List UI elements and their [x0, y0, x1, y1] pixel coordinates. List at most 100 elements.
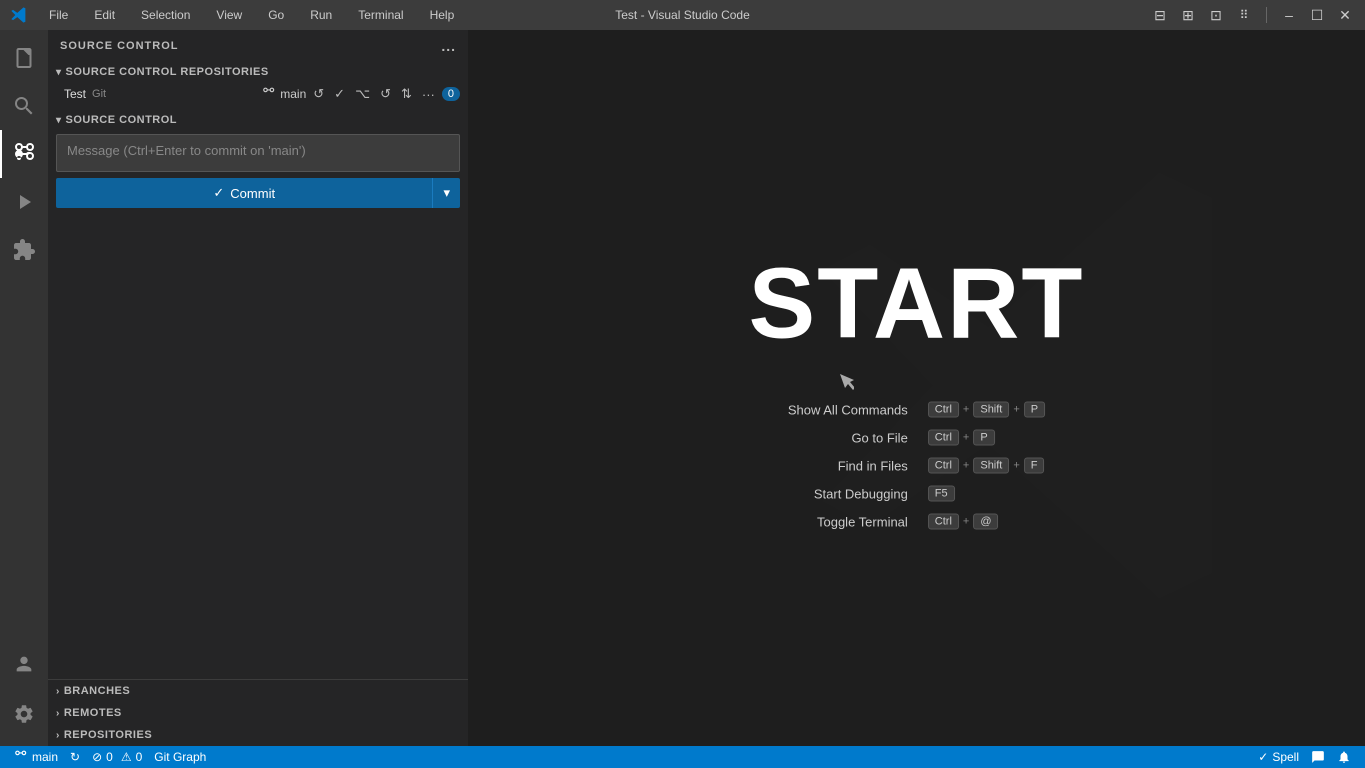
- main-area: SOURCE CONTROL ... ▾ SOURCE CONTROL REPO…: [0, 30, 1365, 746]
- layout-icon[interactable]: ⊟: [1150, 5, 1170, 25]
- sidebar-header: SOURCE CONTROL ...: [48, 30, 468, 62]
- key-ctrl-1: Ctrl: [928, 402, 959, 418]
- feedback-icon: [1311, 750, 1325, 764]
- key-plus-3b: +: [1013, 460, 1019, 472]
- extensions-activity-icon[interactable]: [0, 226, 48, 274]
- status-branch-name: main: [32, 750, 58, 764]
- fetch-icon[interactable]: ↺: [310, 85, 327, 103]
- key-plus-3a: +: [963, 460, 969, 472]
- activity-bar: [0, 30, 48, 746]
- search-activity-icon[interactable]: [0, 82, 48, 130]
- source-control-section-header[interactable]: ▾ SOURCE CONTROL: [48, 110, 468, 130]
- source-control-form: ✓ Commit ▾: [48, 130, 468, 212]
- remotes-label: REMOTES: [64, 707, 122, 719]
- key-shift-1: Shift: [973, 402, 1009, 418]
- sidebar-more-actions[interactable]: ...: [441, 38, 456, 54]
- layout2-icon[interactable]: ⊞: [1178, 5, 1198, 25]
- status-spell[interactable]: ✓ Spell: [1252, 746, 1305, 768]
- menu-help[interactable]: Help: [425, 6, 460, 24]
- key-plus-1a: +: [963, 404, 969, 416]
- shortcuts-grid: Show All Commands Ctrl + Shift + P Go to…: [788, 402, 1045, 530]
- spell-label: Spell: [1272, 750, 1299, 764]
- sync-icon: ↻: [70, 750, 80, 764]
- branches-label: BRANCHES: [64, 685, 130, 697]
- find-in-files-label: Find in Files: [788, 458, 908, 473]
- status-sync[interactable]: ↻: [64, 746, 86, 768]
- key-p-2: P: [973, 430, 994, 446]
- start-heading: START: [749, 247, 1085, 362]
- error-icon: ⊘: [92, 750, 102, 764]
- warning-count: 0: [136, 750, 143, 764]
- account-activity-icon[interactable]: [0, 640, 48, 688]
- commit-button[interactable]: ✓ Commit: [56, 178, 432, 208]
- status-notifications[interactable]: [1331, 746, 1357, 768]
- repositories-section-header[interactable]: ▾ SOURCE CONTROL REPOSITORIES: [48, 62, 468, 82]
- close-button[interactable]: ✕: [1335, 5, 1355, 25]
- repositories-section-label: SOURCE CONTROL REPOSITORIES: [66, 66, 269, 78]
- menu-file[interactable]: File: [44, 6, 73, 24]
- key-plus-1b: +: [1013, 404, 1019, 416]
- repositories-bottom-label: REPOSITORIES: [64, 729, 152, 741]
- run-debug-activity-icon[interactable]: [0, 178, 48, 226]
- commit-dropdown-button[interactable]: ▾: [432, 178, 460, 208]
- key-shift-3: Shift: [973, 458, 1009, 474]
- menu-go[interactable]: Go: [263, 6, 289, 24]
- repo-type: Git: [92, 88, 106, 100]
- repositories-bottom-section[interactable]: › REPOSITORIES: [48, 724, 468, 746]
- key-f5: F5: [928, 486, 955, 502]
- menu-selection[interactable]: Selection: [136, 6, 195, 24]
- commit-check-icon[interactable]: ✓: [331, 85, 348, 103]
- remotes-chevron-icon: ›: [56, 708, 60, 719]
- start-debugging-label: Start Debugging: [788, 486, 908, 501]
- sidebar: SOURCE CONTROL ... ▾ SOURCE CONTROL REPO…: [48, 30, 468, 746]
- remotes-section[interactable]: › REMOTES: [48, 702, 468, 724]
- show-all-commands-label: Show All Commands: [788, 402, 908, 417]
- status-branch[interactable]: main: [8, 746, 64, 768]
- branches-section[interactable]: › BRANCHES: [48, 680, 468, 702]
- settings-activity-icon[interactable]: [0, 690, 48, 738]
- repositories-bottom-chevron-icon: ›: [56, 730, 60, 741]
- status-git-graph[interactable]: Git Graph: [148, 746, 212, 768]
- key-ctrl-5: Ctrl: [928, 514, 959, 530]
- find-in-files-keys: Ctrl + Shift + F: [928, 458, 1045, 474]
- source-control-chevron-icon: ▾: [56, 115, 62, 126]
- commit-message-input[interactable]: [56, 134, 460, 172]
- menu-view[interactable]: View: [211, 6, 247, 24]
- source-control-activity-icon[interactable]: [0, 130, 48, 178]
- show-all-commands-keys: Ctrl + Shift + P: [928, 402, 1045, 418]
- sidebar-title: SOURCE CONTROL: [60, 40, 179, 52]
- status-feedback[interactable]: [1305, 746, 1331, 768]
- branch-icon: [262, 87, 276, 101]
- minimize-button[interactable]: –: [1279, 5, 1299, 25]
- push-pull-icon[interactable]: ⇅: [398, 85, 415, 103]
- menu-terminal[interactable]: Terminal: [353, 6, 408, 24]
- key-plus-5: +: [963, 516, 969, 528]
- git-graph-label: Git Graph: [154, 750, 206, 764]
- titlebar: File Edit Selection View Go Run Terminal…: [0, 0, 1365, 30]
- start-debugging-keys: F5: [928, 486, 1045, 502]
- restore-button[interactable]: ☐: [1307, 5, 1327, 25]
- branches-chevron-icon: ›: [56, 686, 60, 697]
- source-control-section-label: SOURCE CONTROL: [66, 114, 178, 126]
- error-count: 0: [106, 750, 113, 764]
- repo-more-actions[interactable]: ···: [419, 86, 438, 103]
- window-title: Test - Visual Studio Code: [615, 8, 750, 22]
- toggle-terminal-keys: Ctrl + @: [928, 514, 1045, 530]
- branch-merge-icon[interactable]: ⌥: [352, 85, 373, 103]
- go-to-file-label: Go to File: [788, 430, 908, 445]
- status-branch-icon: [14, 750, 28, 764]
- menu-edit[interactable]: Edit: [89, 6, 120, 24]
- menu-run[interactable]: Run: [305, 6, 337, 24]
- key-at-5: @: [973, 514, 998, 530]
- status-errors[interactable]: ⊘ 0 ⚠ 0: [86, 746, 148, 768]
- commit-check-btn-icon: ✓: [213, 185, 224, 201]
- editor-area: START Show All Commands Ctrl + Shift + P…: [468, 30, 1365, 746]
- key-f-3: F: [1024, 458, 1045, 474]
- vscode-logo-icon: [10, 6, 28, 24]
- customize-layout-icon[interactable]: ⠿: [1234, 5, 1254, 25]
- layout3-icon[interactable]: ⊡: [1206, 5, 1226, 25]
- spell-check-icon: ✓: [1258, 750, 1268, 764]
- explorer-activity-icon[interactable]: [0, 34, 48, 82]
- discard-icon[interactable]: ↺: [377, 85, 394, 103]
- notification-icon: [1337, 750, 1351, 764]
